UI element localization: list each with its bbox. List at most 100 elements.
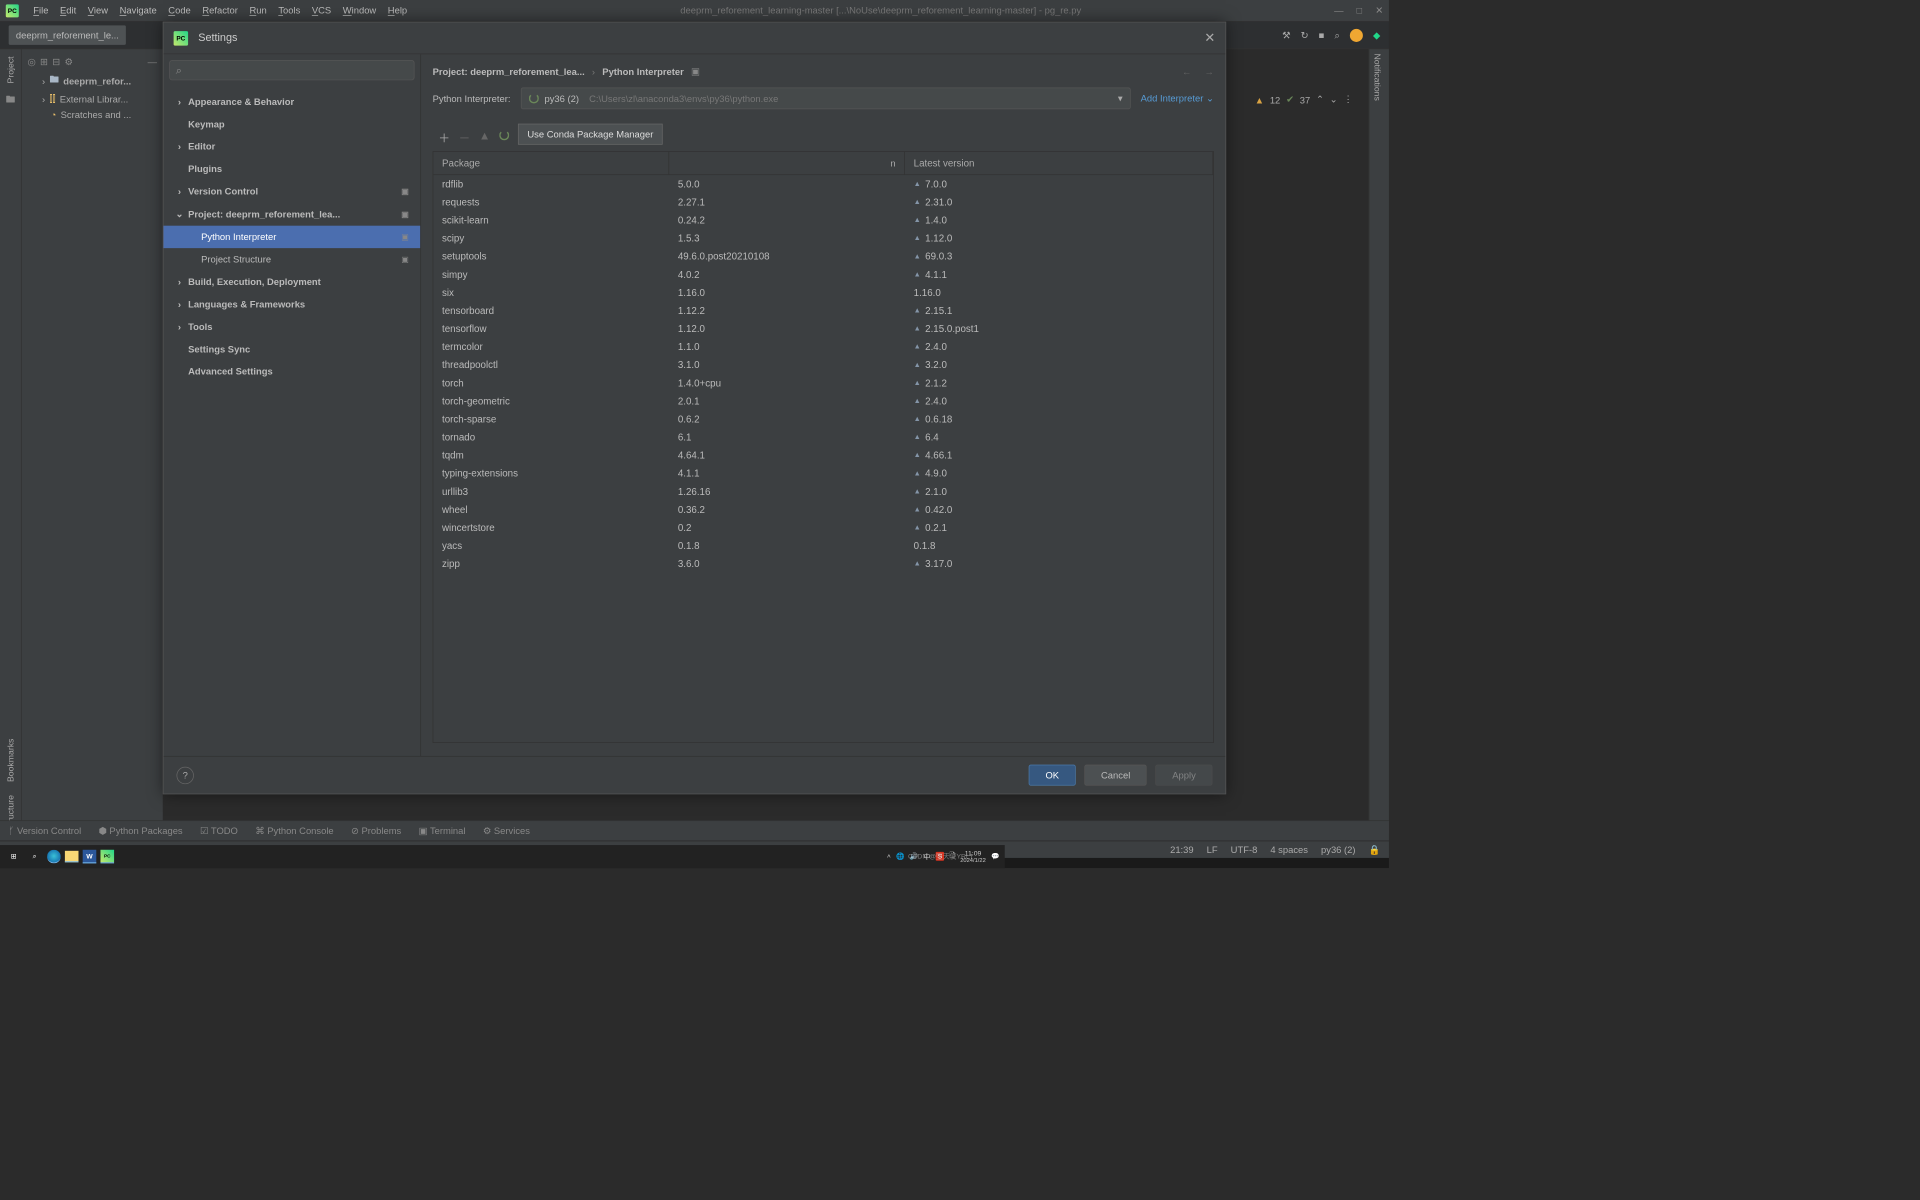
settings-item-project-structure[interactable]: Project Structure▣ — [163, 248, 420, 270]
interpreter-dropdown[interactable]: py36 (2) C:\Users\zl\anaconda3\envs\py36… — [521, 88, 1131, 110]
package-row[interactable]: zipp3.6.0▲ 3.17.0 — [433, 555, 1213, 573]
settings-item-languages-frameworks[interactable]: ›Languages & Frameworks — [163, 293, 420, 315]
expand-all-icon[interactable]: ⊞ — [40, 56, 48, 68]
package-row[interactable]: torch-sparse0.6.2▲ 0.6.18 — [433, 410, 1213, 428]
folder-stripe-icon[interactable]: 🖿 — [6, 94, 15, 110]
down-nav-icon[interactable]: ⌄ — [1330, 94, 1338, 106]
package-row[interactable]: termcolor1.1.0▲ 2.4.0 — [433, 338, 1213, 356]
settings-item-version-control[interactable]: ›Version Control▣ — [163, 180, 420, 202]
menu-vcs[interactable]: VCS — [306, 5, 337, 16]
settings-item-python-interpreter[interactable]: Python Interpreter▣ — [163, 226, 420, 248]
menu-navigate[interactable]: Navigate — [114, 5, 163, 16]
hide-icon[interactable]: — — [148, 56, 157, 68]
vcs-tool[interactable]: ᚶ Version Control — [9, 825, 82, 836]
redo-run-icon[interactable]: ↻ — [1301, 29, 1309, 41]
forward-icon[interactable]: → — [1204, 66, 1213, 77]
notifications-tool-button[interactable]: Notifications — [1369, 49, 1385, 105]
settings-item-plugins[interactable]: Plugins — [163, 158, 420, 180]
explorer-icon[interactable] — [65, 851, 79, 863]
package-row[interactable]: urllib31.26.16▲ 2.1.0 — [433, 483, 1213, 501]
tree-root[interactable]: › 🖿 deeprm_refor... — [22, 71, 163, 91]
package-row[interactable]: tensorboard1.12.2▲ 2.15.1 — [433, 302, 1213, 320]
menu-help[interactable]: Help — [382, 5, 413, 16]
more-icon[interactable]: ⋮ — [1343, 94, 1352, 106]
word-icon[interactable]: W — [83, 850, 97, 864]
col-package[interactable]: Package — [433, 152, 669, 174]
package-row[interactable]: tqdm4.64.1▲ 4.66.1 — [433, 446, 1213, 464]
hammer-icon[interactable]: ⚒ — [1282, 29, 1290, 41]
project-tool-button[interactable]: Project — [5, 54, 15, 87]
bookmarks-tool-button[interactable]: Bookmarks — [5, 736, 15, 785]
settings-icon[interactable]: ⚙ — [64, 56, 72, 68]
services-tool[interactable]: ⚙ Services — [483, 825, 530, 837]
python-console-tool[interactable]: ⌘ Python Console — [255, 825, 333, 837]
package-row[interactable]: typing-extensions4.1.1▲ 4.9.0 — [433, 464, 1213, 482]
add-interpreter-link[interactable]: Add Interpreter ⌄ — [1141, 93, 1214, 105]
up-nav-icon[interactable]: ⌃ — [1316, 94, 1324, 106]
package-row[interactable]: yacs0.1.80.1.8 — [433, 537, 1213, 555]
terminal-tool[interactable]: ▣ Terminal — [419, 825, 466, 837]
settings-item-editor[interactable]: ›Editor — [163, 135, 420, 157]
inspections-widget[interactable]: ▲12 ✔37 ⌃⌄ ⋮ — [1255, 94, 1353, 106]
code-with-me-icon[interactable]: ◆ — [1373, 29, 1380, 41]
package-row[interactable]: simpy4.0.2▲ 4.1.1 — [433, 265, 1213, 283]
interpreter-status[interactable]: py36 (2) — [1321, 844, 1356, 856]
cancel-button[interactable]: Cancel — [1084, 765, 1147, 786]
package-row[interactable]: torch-geometric2.0.1▲ 2.4.0 — [433, 392, 1213, 410]
reset-icon[interactable]: ▣ — [691, 66, 700, 78]
package-row[interactable]: torch1.4.0+cpu▲ 2.1.2 — [433, 374, 1213, 392]
settings-item-appearance-behavior[interactable]: ›Appearance & Behavior — [163, 90, 420, 112]
close-dialog-icon[interactable]: ✕ — [1204, 30, 1215, 45]
menu-file[interactable]: File — [27, 5, 54, 16]
menu-code[interactable]: Code — [163, 5, 197, 16]
settings-item-project-deeprm-reforement-lea-[interactable]: ⌄Project: deeprm_reforement_lea...▣ — [163, 203, 420, 226]
problems-tool[interactable]: ⊘ Problems — [351, 825, 401, 837]
menu-run[interactable]: Run — [244, 5, 273, 16]
settings-item-tools[interactable]: ›Tools — [163, 315, 420, 337]
tree-scratches[interactable]: ◔ Scratches and ... — [22, 107, 163, 122]
stop-icon[interactable]: ■ — [1319, 30, 1325, 41]
package-row[interactable]: setuptools49.6.0.post20210108▲ 69.0.3 — [433, 247, 1213, 265]
package-row[interactable]: wheel0.36.2▲ 0.42.0 — [433, 501, 1213, 519]
help-button[interactable]: ? — [177, 766, 194, 783]
minimize-icon[interactable]: — — [1334, 5, 1343, 17]
tree-external-libs[interactable]: › ⫿⫿ External Librar... — [22, 91, 163, 107]
lock-icon[interactable]: 🔒 — [1369, 844, 1381, 856]
python-packages-tool[interactable]: ⬢ Python Packages — [99, 825, 183, 837]
conda-icon[interactable] — [499, 130, 509, 144]
settings-search-input[interactable] — [169, 60, 414, 80]
back-icon[interactable]: ← — [1182, 66, 1191, 77]
search-icon[interactable]: ⌕ — [1334, 29, 1339, 41]
menu-window[interactable]: Window — [337, 5, 382, 16]
package-row[interactable]: tensorflow1.12.0▲ 2.15.0.post1 — [433, 320, 1213, 338]
menu-view[interactable]: View — [82, 5, 114, 16]
package-row[interactable]: rdflib5.0.0▲ 7.0.0 — [433, 175, 1213, 193]
settings-item-keymap[interactable]: Keymap — [163, 113, 420, 135]
package-row[interactable]: six1.16.01.16.0 — [433, 284, 1213, 302]
chevron-down-icon[interactable]: ▾ — [1118, 93, 1123, 105]
package-row[interactable]: scipy1.5.3▲ 1.12.0 — [433, 229, 1213, 247]
line-col[interactable]: 21:39 — [1170, 844, 1194, 856]
package-row[interactable]: wincertstore0.2▲ 0.2.1 — [433, 519, 1213, 537]
tray-chevron-icon[interactable]: ˄ — [887, 853, 891, 861]
encoding[interactable]: UTF-8 — [1231, 844, 1258, 856]
start-icon[interactable]: ⊞ — [5, 848, 22, 865]
close-window-icon[interactable]: ✕ — [1375, 5, 1383, 17]
pycharm-taskbar-icon[interactable]: PC — [100, 850, 114, 864]
collapse-all-icon[interactable]: ⊟ — [52, 56, 60, 68]
package-row[interactable]: scikit-learn0.24.2▲ 1.4.0 — [433, 211, 1213, 229]
ok-button[interactable]: OK — [1029, 765, 1076, 786]
indent[interactable]: 4 spaces — [1270, 844, 1308, 856]
menu-refactor[interactable]: Refactor — [197, 5, 244, 16]
settings-item-advanced-settings[interactable]: Advanced Settings — [163, 360, 420, 382]
todo-tool[interactable]: ☑ TODO — [200, 825, 238, 837]
package-row[interactable]: tornado6.1▲ 6.4 — [433, 428, 1213, 446]
package-row[interactable]: requests2.27.1▲ 2.31.0 — [433, 193, 1213, 211]
line-sep[interactable]: LF — [1207, 844, 1218, 856]
package-row[interactable]: threadpoolctl3.1.0▲ 3.2.0 — [433, 356, 1213, 374]
settings-item-settings-sync[interactable]: Settings Sync — [163, 338, 420, 360]
settings-item-build-execution-deployment[interactable]: ›Build, Execution, Deployment — [163, 271, 420, 293]
select-opened-icon[interactable]: ◎ — [27, 56, 35, 68]
menu-edit[interactable]: Edit — [54, 5, 82, 16]
search-taskbar-icon[interactable]: ⌕ — [26, 848, 43, 865]
